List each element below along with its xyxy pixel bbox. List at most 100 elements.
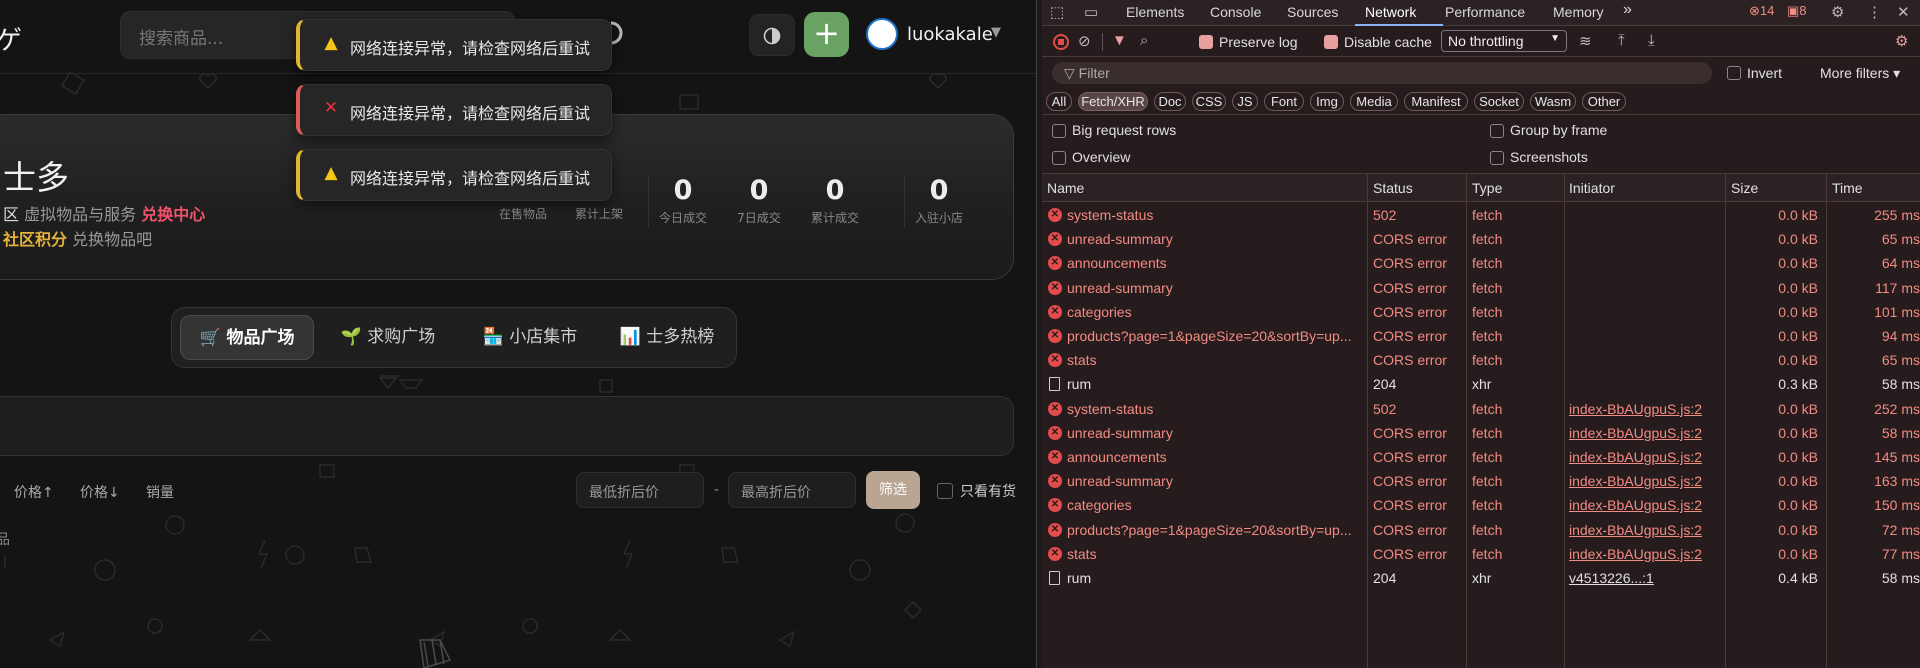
invert-checkbox[interactable]	[1727, 66, 1741, 80]
table-row[interactable]: ✕ products?page=1&pageSize=20&sortBy=up..…	[1042, 324, 1920, 348]
screenshots-checkbox[interactable]	[1490, 151, 1504, 165]
more-filters-dropdown[interactable]: More filters ▾	[1820, 65, 1900, 82]
group-by-frame-checkbox[interactable]	[1490, 124, 1504, 138]
inspect-element-icon[interactable]: ⬚	[1050, 3, 1064, 21]
warning-count-badge[interactable]: ▣8	[1787, 3, 1807, 19]
table-row[interactable]: ✕ categories CORS error fetch 0.0 kB 101 ms	[1042, 300, 1920, 324]
request-initiator-link[interactable]: v4513226...:1	[1569, 570, 1721, 586]
network-conditions-icon[interactable]: ≋	[1579, 32, 1592, 50]
tab-shops[interactable]: 🏪 小店集市	[462, 315, 598, 360]
filter-input[interactable]: ▽ Filter	[1052, 62, 1712, 84]
settings-gear-icon[interactable]: ⚙	[1831, 3, 1844, 21]
request-initiator-link[interactable]: index-BbAUgpuS.js:2	[1569, 425, 1721, 441]
request-status: CORS error	[1373, 255, 1447, 272]
upload-icon[interactable]: ⤒	[1618, 32, 1625, 49]
request-initiator-link[interactable]: index-BbAUgpuS.js:2	[1569, 497, 1721, 513]
tab-elements[interactable]: Elements	[1126, 4, 1184, 20]
chip-img[interactable]: Img	[1310, 92, 1344, 111]
chip-manifest[interactable]: Manifest	[1404, 92, 1468, 111]
tab-sources[interactable]: Sources	[1287, 4, 1338, 20]
table-row[interactable]: ✕ unread-summary CORS error fetch index-BbAU…	[1042, 469, 1920, 493]
big-request-rows-checkbox[interactable]	[1052, 124, 1066, 138]
network-settings-icon[interactable]: ⚙	[1895, 32, 1908, 50]
chip-js[interactable]: JS	[1232, 92, 1258, 111]
site-logo[interactable]: ゲ	[0, 20, 22, 57]
filter-funnel-icon[interactable]: ▼	[1112, 32, 1127, 49]
col-type[interactable]: Type	[1472, 180, 1502, 196]
request-time: 64 ms	[1881, 255, 1920, 272]
chip-wasm[interactable]: Wasm	[1530, 92, 1576, 111]
tab-network[interactable]: Network	[1365, 4, 1416, 20]
filter-button[interactable]: 筛选	[866, 471, 920, 509]
chip-doc[interactable]: Doc	[1154, 92, 1186, 111]
table-row[interactable]: ✕ products?page=1&pageSize=20&sortBy=up..…	[1042, 518, 1920, 542]
table-row[interactable]: rum 204 xhr 0.3 kB 58 ms	[1042, 372, 1920, 396]
tab-console[interactable]: Console	[1210, 4, 1261, 20]
user-menu[interactable]: luokakale ▼	[864, 16, 1014, 54]
chip-socket[interactable]: Socket	[1474, 92, 1524, 111]
table-row[interactable]: ✕ unread-summary CORS error fetch 0.0 kB 117 …	[1042, 276, 1920, 300]
request-name: products?page=1&pageSize=20&sortBy=up...	[1067, 328, 1352, 344]
device-toolbar-icon[interactable]: ▭	[1084, 3, 1098, 21]
network-toolbar: ⊘ ▼ ⌕ Preserve log Disable cache No thro…	[1042, 27, 1920, 57]
table-row[interactable]: ✕ system-status 502 fetch 0.0 kB 255 ms	[1042, 203, 1920, 227]
tab-item-plaza[interactable]: 🛒 物品广场	[180, 315, 314, 360]
request-time: 58 ms	[1881, 376, 1920, 393]
table-row[interactable]: ✕ system-status 502 fetch index-BbAUgpuS.js:…	[1042, 397, 1920, 421]
request-initiator-link[interactable]: index-BbAUgpuS.js:2	[1569, 449, 1721, 465]
sort-price-desc[interactable]: 价格↓	[80, 482, 120, 502]
max-price-input[interactable]: 最高折后价	[728, 472, 856, 508]
add-item-button[interactable]: +	[804, 12, 849, 57]
tab-memory[interactable]: Memory	[1553, 4, 1604, 20]
table-row[interactable]: ✕ unread-summary CORS error fetch index-BbAU…	[1042, 421, 1920, 445]
toast-warning[interactable]: ▲ 网络连接异常，请检查网络后重试	[296, 149, 612, 201]
kebab-menu-icon[interactable]: ⋮	[1867, 3, 1882, 21]
table-row[interactable]: ✕ stats CORS error fetch 0.0 kB 65 ms	[1042, 348, 1920, 372]
table-row[interactable]: ✕ categories CORS error fetch index-BbAUgpuS…	[1042, 493, 1920, 517]
tab-performance[interactable]: Performance	[1445, 4, 1525, 20]
record-stop-icon[interactable]	[1053, 34, 1069, 50]
download-icon[interactable]: ⤓	[1648, 32, 1655, 49]
sort-sales[interactable]: 销量	[146, 482, 174, 502]
col-size[interactable]: Size	[1731, 180, 1758, 196]
min-price-input[interactable]: 最低折后价	[576, 472, 704, 508]
close-icon[interactable]: ✕	[1897, 3, 1910, 21]
request-initiator-link[interactable]: index-BbAUgpuS.js:2	[1569, 473, 1721, 489]
tab-wanted[interactable]: 🌱 求购广场	[322, 315, 454, 360]
points-link[interactable]: 社区积分	[3, 230, 67, 249]
error-count-badge[interactable]: ⊗14	[1749, 3, 1774, 19]
more-tabs-icon[interactable]: »	[1623, 1, 1632, 19]
sort-price-asc[interactable]: 价格↑	[14, 482, 54, 502]
search-icon[interactable]: ⌕	[1140, 32, 1148, 49]
table-row[interactable]: ✕ unread-summary CORS error fetch 0.0 kB 65 m…	[1042, 227, 1920, 251]
chip-other[interactable]: Other	[1582, 92, 1626, 111]
tab-hot-list[interactable]: 📊 士多热榜	[602, 315, 732, 360]
exchange-center-link[interactable]: 兑换中心	[141, 205, 205, 224]
disable-cache-checkbox[interactable]	[1324, 35, 1338, 49]
preserve-log-checkbox[interactable]	[1199, 35, 1213, 49]
col-status[interactable]: Status	[1373, 180, 1413, 196]
clear-icon[interactable]: ⊘	[1078, 32, 1091, 50]
col-name[interactable]: Name	[1047, 180, 1084, 196]
toast-error[interactable]: ✕ 网络连接异常，请检查网络后重试	[296, 84, 612, 136]
chip-fetch-xhr[interactable]: Fetch/XHR	[1078, 92, 1148, 111]
overview-checkbox[interactable]	[1052, 151, 1066, 165]
chip-css[interactable]: CSS	[1192, 92, 1226, 111]
col-time[interactable]: Time	[1832, 180, 1863, 196]
request-initiator-link[interactable]: index-BbAUgpuS.js:2	[1569, 522, 1721, 538]
table-row[interactable]: rum 204 xhr v4513226...:1 0.4 kB 58 ms	[1042, 566, 1920, 590]
throttling-select[interactable]: No throttling ▼	[1441, 30, 1567, 52]
table-row[interactable]: ✕ announcements CORS error fetch 0.0 kB 64 ms	[1042, 251, 1920, 275]
theme-toggle-button[interactable]	[749, 14, 795, 56]
request-initiator-link[interactable]: index-BbAUgpuS.js:2	[1569, 546, 1721, 562]
in-stock-checkbox[interactable]	[937, 483, 953, 499]
toast-warning[interactable]: ▲ 网络连接异常，请检查网络后重试	[296, 19, 612, 71]
col-initiator[interactable]: Initiator	[1569, 180, 1615, 196]
request-initiator-link[interactable]: index-BbAUgpuS.js:2	[1569, 401, 1721, 417]
table-row[interactable]: ✕ announcements CORS error fetch index-BbAUg…	[1042, 445, 1920, 469]
table-row[interactable]: ✕ stats CORS error fetch index-BbAUgpuS.js:2…	[1042, 542, 1920, 566]
chip-all[interactable]: All	[1046, 92, 1072, 111]
chip-media[interactable]: Media	[1350, 92, 1398, 111]
stat-on-sale-label: 在售物品	[499, 207, 548, 221]
chip-font[interactable]: Font	[1264, 92, 1304, 111]
